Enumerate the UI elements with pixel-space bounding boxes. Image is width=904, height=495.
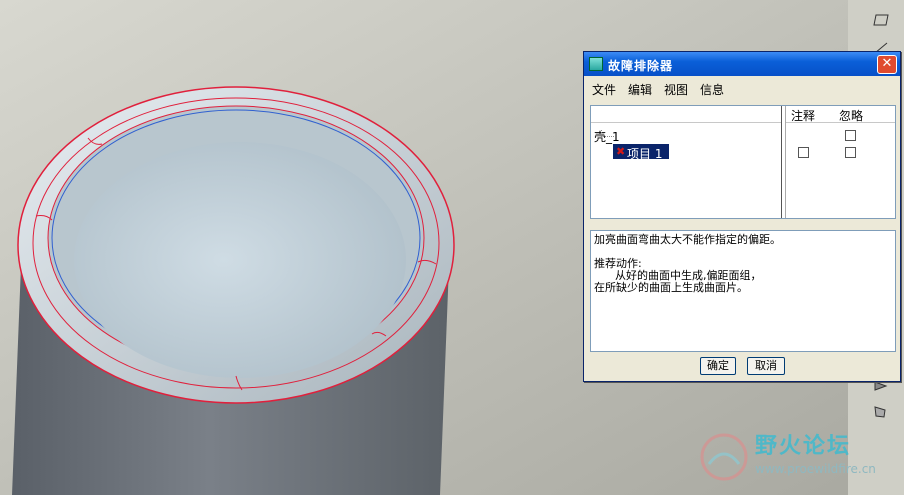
menu-info[interactable]: 信息 <box>700 81 724 98</box>
error-message: 加亮曲面弯曲太大不能作指定的偏距。 <box>594 233 781 246</box>
feature-tree-panel[interactable]: 注释 忽略 壳_1 ✖ 项目 1 <box>590 105 896 219</box>
dialog-title: 故障排除器 <box>608 59 674 73</box>
menu-edit[interactable]: 编辑 <box>628 81 652 98</box>
tree-connector <box>601 130 614 137</box>
app-icon <box>589 57 603 71</box>
troubleshooter-dialog: 故障排除器 ✕ 文件 编辑 视图 信息 注释 忽略 壳_1 ✖ 项目 1 加亮曲… <box>583 51 901 382</box>
cancel-button[interactable]: 取消 <box>747 357 785 375</box>
menu-view[interactable]: 视图 <box>664 81 688 98</box>
menu-file[interactable]: 文件 <box>592 81 616 98</box>
column-annotate[interactable]: 注释 <box>791 107 815 124</box>
tree-header: 注释 忽略 <box>591 106 895 123</box>
annotate-checkbox-item[interactable] <box>798 147 809 158</box>
shape-tool-icon[interactable] <box>872 404 890 418</box>
recommend-line-2: 在所缺少的曲面上生成曲面片。 <box>594 281 748 294</box>
forum-watermark: 野火论坛 www.proewildfire.cn <box>693 428 883 488</box>
tree-item-label[interactable]: 项目 1 <box>627 145 662 162</box>
ok-button[interactable]: 确定 <box>700 357 736 375</box>
error-icon: ✖ <box>616 145 626 158</box>
datum-plane-icon[interactable] <box>872 12 890 26</box>
ignore-checkbox-root[interactable] <box>845 130 856 141</box>
forum-name: 野火论坛 <box>755 434 852 459</box>
column-divider[interactable] <box>781 106 786 218</box>
message-panel: 加亮曲面弯曲太大不能作指定的偏距。 推荐动作: 从好的曲面中生成,偏距面组， 在… <box>590 230 896 352</box>
column-ignore[interactable]: 忽略 <box>839 107 863 124</box>
menu-bar: 文件 编辑 视图 信息 <box>584 78 900 98</box>
close-button[interactable]: ✕ <box>877 55 897 74</box>
forum-url: www.proewildfire.cn <box>755 462 876 476</box>
dialog-titlebar[interactable]: 故障排除器 ✕ <box>584 52 900 76</box>
ignore-checkbox-item[interactable] <box>845 147 856 158</box>
forum-logo-icon <box>700 433 748 481</box>
